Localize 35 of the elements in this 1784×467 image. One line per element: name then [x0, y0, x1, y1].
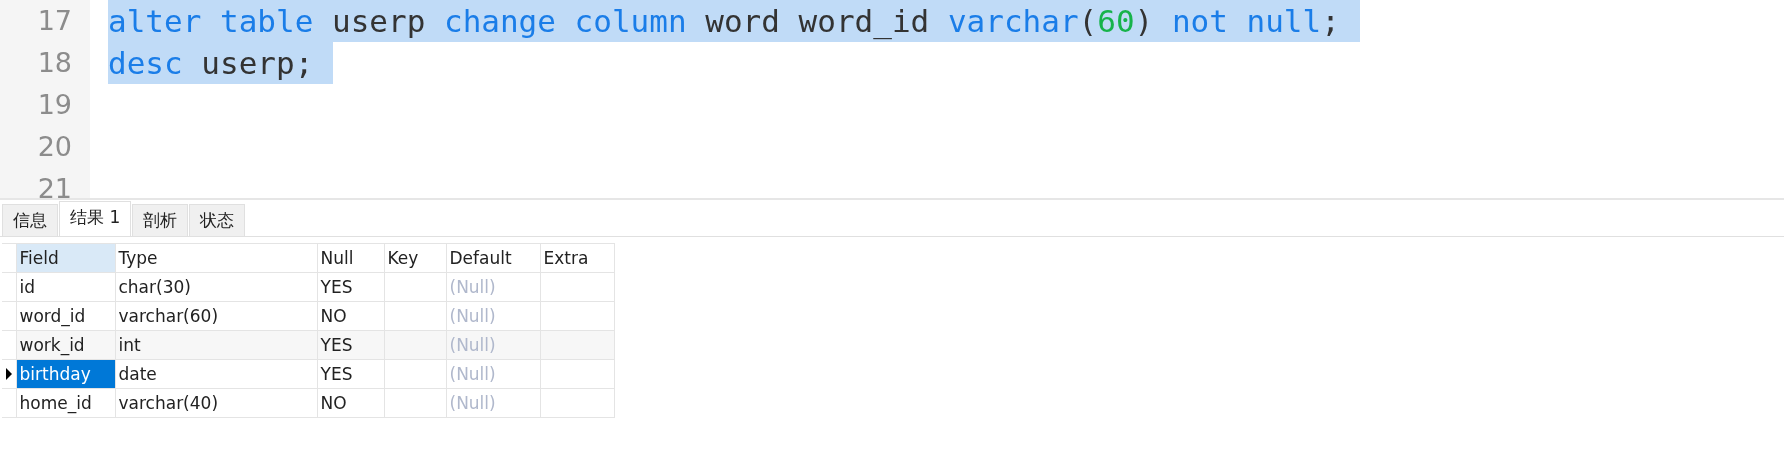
line-number: 20 [0, 126, 90, 168]
column-header[interactable]: Extra [540, 243, 614, 273]
result-tab[interactable]: 剖析 [132, 204, 189, 236]
result-tab[interactable]: 状态 [189, 204, 246, 236]
table-cell: NO [317, 388, 384, 418]
table-cell: birthday [16, 359, 115, 389]
line-number: 19 [0, 84, 90, 126]
table-cell: varchar(60) [115, 301, 317, 331]
table-cell: YES [317, 330, 384, 360]
column-header[interactable]: Key [384, 243, 446, 273]
table-cell: date [115, 359, 317, 389]
table-cell: (Null) [446, 272, 540, 302]
line-number: 21 [0, 168, 90, 198]
table-cell: (Null) [446, 388, 540, 418]
table-cell: (Null) [446, 330, 540, 360]
line-number: 17 [0, 0, 90, 42]
column-header[interactable]: Type [115, 243, 317, 273]
table-cell: home_id [16, 388, 115, 418]
table-cell: (Null) [446, 359, 540, 389]
result-tab[interactable]: 信息 [2, 204, 58, 236]
line-number: 18 [0, 42, 90, 84]
result-tab[interactable]: 结果 1 [59, 201, 132, 236]
column-header[interactable]: Null [317, 243, 384, 273]
table-cell: (Null) [446, 301, 540, 331]
column-header[interactable]: Default [446, 243, 540, 273]
table-cell: word_id [16, 301, 115, 331]
table-cell: char(30) [115, 272, 317, 302]
table-cell: YES [317, 272, 384, 302]
table-cell: NO [317, 301, 384, 331]
table-cell: work_id [16, 330, 115, 360]
table-cell: int [115, 330, 317, 360]
table-cell: varchar(40) [115, 388, 317, 418]
table-cell: id [16, 272, 115, 302]
table-cell: YES [317, 359, 384, 389]
column-header[interactable]: Field [16, 243, 115, 273]
